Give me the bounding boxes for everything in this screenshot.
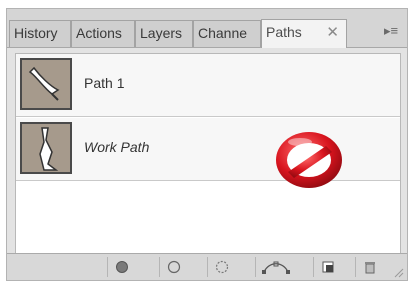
tab-paths[interactable]: Paths ✕ bbox=[261, 19, 347, 48]
fill-path-icon bbox=[116, 261, 128, 273]
make-work-path-button[interactable] bbox=[255, 257, 296, 277]
panel-footer bbox=[7, 253, 407, 280]
stroke-path-icon bbox=[167, 260, 181, 274]
new-path-button[interactable] bbox=[313, 257, 342, 277]
paths-panel: History Actions Layers Channe Paths ✕ ▸≡… bbox=[6, 8, 408, 281]
delete-path-icon bbox=[365, 262, 375, 274]
work-path-shape-icon bbox=[39, 127, 59, 171]
tab-history-label: History bbox=[14, 25, 58, 41]
tab-close-icon[interactable]: ✕ bbox=[326, 20, 339, 45]
path-shape-icon bbox=[28, 66, 60, 101]
paths-list: Path 1 Work Path bbox=[15, 53, 401, 259]
no-entry-icon bbox=[272, 126, 346, 197]
load-selection-button[interactable] bbox=[207, 257, 236, 277]
fill-path-button[interactable] bbox=[107, 257, 136, 277]
resize-grip-icon[interactable] bbox=[394, 268, 404, 278]
panel-tab-bar: History Actions Layers Channe Paths ✕ ▸≡ bbox=[7, 9, 407, 48]
tab-history[interactable]: History bbox=[9, 20, 71, 47]
delete-path-button[interactable] bbox=[355, 257, 384, 277]
panel-menu-button[interactable]: ▸≡ bbox=[381, 21, 401, 41]
path-name: Path 1 bbox=[84, 75, 125, 91]
tab-paths-label: Paths bbox=[266, 24, 302, 40]
path-row[interactable]: Path 1 bbox=[16, 54, 400, 117]
tab-actions[interactable]: Actions bbox=[71, 20, 135, 47]
load-selection-icon bbox=[215, 260, 229, 274]
tab-actions-label: Actions bbox=[76, 25, 122, 41]
tab-channels-label: Channe bbox=[198, 25, 248, 41]
tab-layers-label: Layers bbox=[140, 25, 183, 41]
make-work-path-icon bbox=[262, 261, 290, 274]
tab-layers[interactable]: Layers bbox=[135, 20, 193, 47]
stroke-path-button[interactable] bbox=[159, 257, 188, 277]
path-thumbnail bbox=[20, 58, 72, 110]
tab-channels[interactable]: Channe bbox=[193, 20, 261, 47]
new-path-icon bbox=[322, 261, 334, 273]
path-name: Work Path bbox=[84, 139, 150, 155]
path-thumbnail bbox=[20, 122, 72, 174]
